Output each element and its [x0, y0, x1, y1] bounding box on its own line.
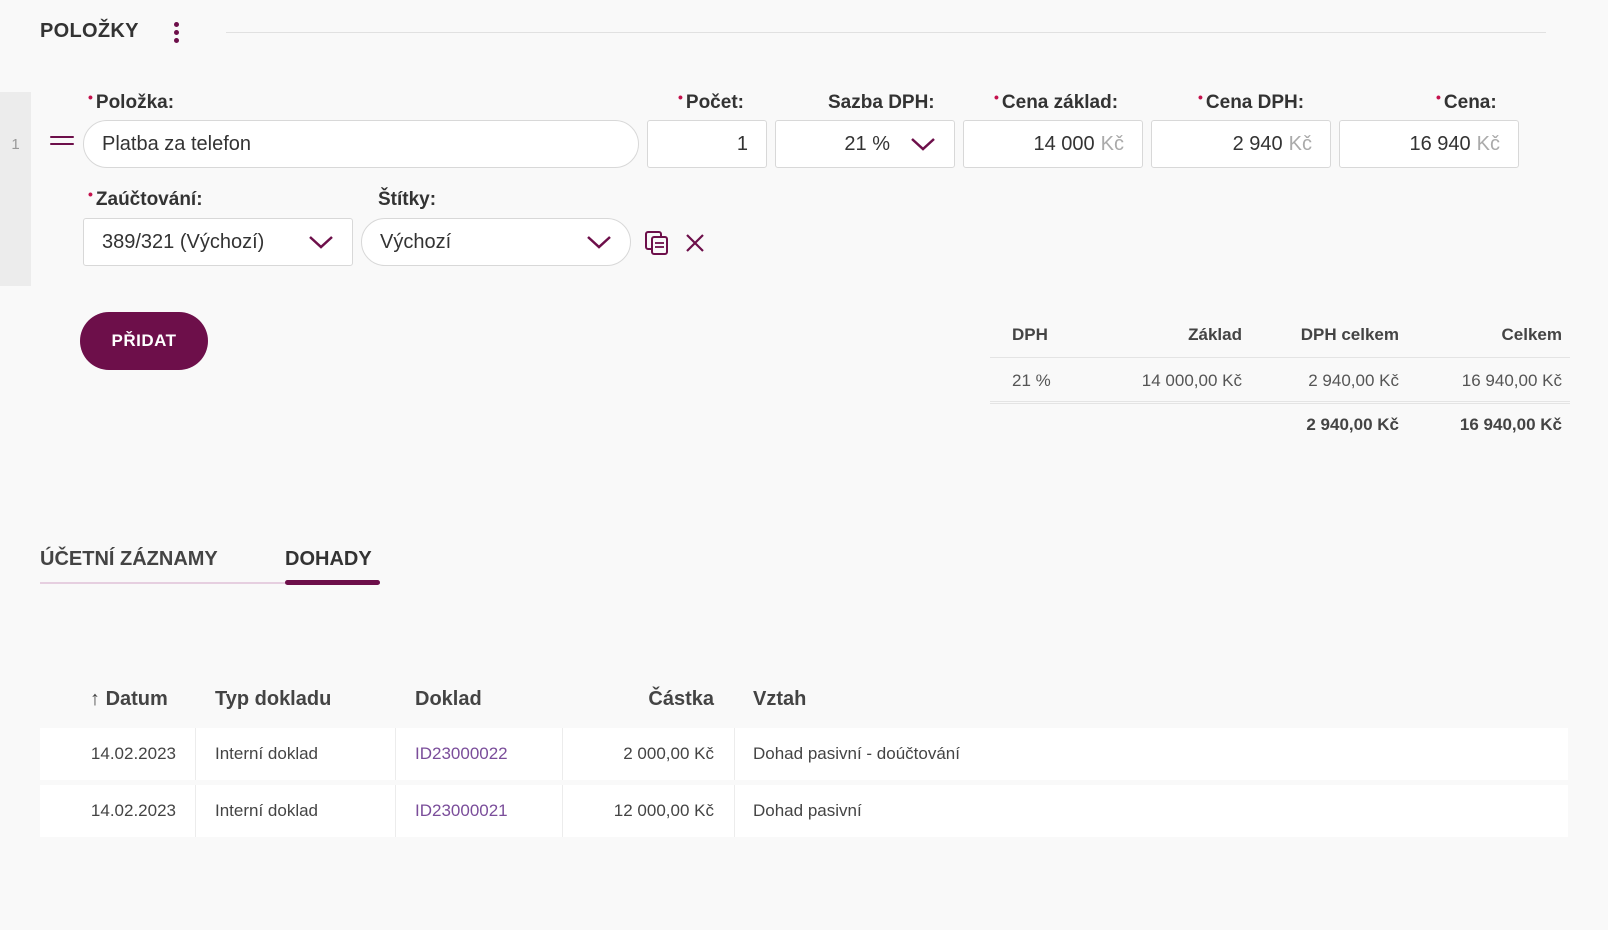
close-icon[interactable] — [684, 232, 706, 254]
table-row[interactable]: 14.02.2023 Interní doklad ID23000021 12 … — [40, 785, 1568, 837]
cell-date: 14.02.2023 — [90, 744, 176, 763]
cell-amount: 12 000,00 Kč — [613, 801, 714, 820]
vat-row-total: 16 940,00 Kč — [1461, 371, 1562, 390]
price-input[interactable]: 16 940 Kč — [1339, 120, 1519, 168]
vat-rate-select[interactable]: 21 % — [775, 120, 955, 168]
vat-price-label: • Cena DPH: — [1198, 89, 1305, 113]
cell-relation: Dohad pasivní - doúčtování — [753, 744, 960, 763]
accounting-select[interactable]: 389/321 (Výchozí) — [83, 218, 353, 266]
row-number: 1 — [11, 136, 20, 153]
chevron-down-icon — [910, 136, 936, 152]
table-row[interactable]: 14.02.2023 Interní doklad ID23000022 2 0… — [40, 728, 1568, 780]
more-options-icon[interactable] — [170, 20, 182, 48]
table-header-doc-type[interactable]: Typ dokladu — [215, 688, 331, 711]
active-tab-indicator — [285, 580, 380, 585]
cell-document[interactable]: ID23000021 — [415, 785, 508, 837]
add-item-button[interactable]: PŘIDAT — [80, 312, 208, 370]
tags-select[interactable]: Výchozí — [361, 218, 631, 266]
document-link[interactable]: ID23000022 — [415, 744, 508, 764]
base-price-label: • Cena základ: — [994, 89, 1119, 113]
vat-header-base: Základ — [1188, 325, 1242, 344]
vat-divider — [990, 401, 1570, 404]
tab-accounting-records[interactable]: ÚČETNÍ ZÁZNAMY — [40, 548, 218, 571]
base-price-input[interactable]: 14 000 Kč — [963, 120, 1143, 168]
vat-summary-table: DPH Základ DPH celkem Celkem 21 % 14 000… — [990, 325, 1570, 434]
row-gutter — [0, 92, 31, 286]
tags-label: Štítky: — [378, 189, 437, 210]
vat-header-rate: DPH — [1012, 325, 1048, 344]
drag-handle-icon[interactable] — [50, 136, 74, 150]
vat-header-total: Celkem — [1501, 325, 1562, 344]
chevron-down-icon — [586, 234, 612, 250]
cell-document[interactable]: ID23000022 — [415, 728, 508, 780]
header-divider — [226, 32, 1546, 33]
table-header-date[interactable]: ↑ Datum — [90, 688, 168, 711]
cell-amount: 2 000,00 Kč — [623, 744, 714, 763]
vat-row-vat-total: 2 940,00 Kč — [1308, 371, 1399, 390]
chevron-down-icon — [308, 234, 334, 250]
cell-date: 14.02.2023 — [90, 801, 176, 820]
vat-header-vat-total: DPH celkem — [1300, 325, 1399, 344]
count-input[interactable]: 1 — [647, 120, 767, 168]
table-header-relation[interactable]: Vztah — [753, 688, 806, 711]
vat-row-rate: 21 % — [1012, 371, 1051, 390]
sort-arrow-icon: ↑ — [90, 688, 100, 710]
tab-estimates[interactable]: DOHADY — [285, 548, 372, 571]
price-label: • Cena: — [1436, 89, 1497, 113]
accounting-label: • Zaúčtování: — [88, 186, 203, 210]
vat-sum-vat-total: 2 940,00 Kč — [1306, 415, 1399, 434]
document-link[interactable]: ID23000021 — [415, 801, 508, 821]
section-title: POLOŽKY — [40, 20, 139, 42]
vat-divider — [990, 357, 1570, 358]
copy-icon[interactable] — [644, 230, 670, 256]
count-label: • Počet: — [678, 89, 744, 113]
cell-doc-type: Interní doklad — [215, 744, 319, 763]
vat-rate-label: Sazba DPH: — [828, 92, 935, 113]
table-header-document[interactable]: Doklad — [415, 688, 482, 711]
cell-relation: Dohad pasivní — [753, 801, 862, 820]
vat-sum-total: 16 940,00 Kč — [1459, 415, 1562, 434]
item-name-input[interactable] — [83, 120, 639, 168]
cell-doc-type: Interní doklad — [215, 801, 319, 820]
vat-row-base: 14 000,00 Kč — [1141, 371, 1242, 390]
item-label: • Položka: — [88, 89, 175, 113]
table-header-amount[interactable]: Částka — [562, 688, 714, 711]
vat-price-input[interactable]: 2 940 Kč — [1151, 120, 1331, 168]
